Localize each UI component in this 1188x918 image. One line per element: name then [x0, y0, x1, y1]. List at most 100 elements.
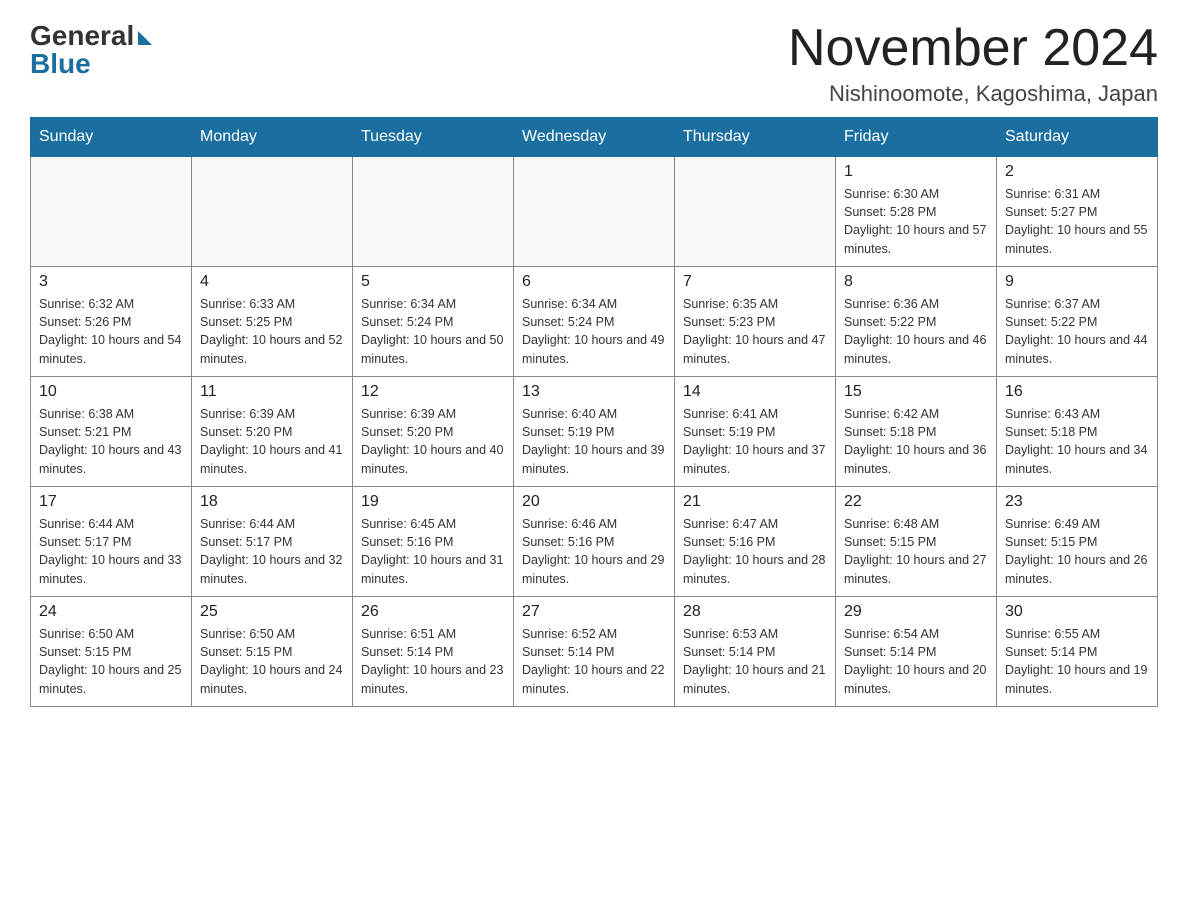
- day-info: Sunrise: 6:35 AM Sunset: 5:23 PM Dayligh…: [683, 295, 827, 368]
- day-number: 5: [361, 273, 505, 291]
- calendar-header-saturday: Saturday: [997, 118, 1158, 157]
- calendar-header-tuesday: Tuesday: [353, 118, 514, 157]
- logo-blue-text: Blue: [30, 48, 91, 80]
- day-number: 3: [39, 273, 183, 291]
- day-number: 21: [683, 493, 827, 511]
- calendar-cell: 23Sunrise: 6:49 AM Sunset: 5:15 PM Dayli…: [997, 487, 1158, 597]
- day-info: Sunrise: 6:31 AM Sunset: 5:27 PM Dayligh…: [1005, 185, 1149, 258]
- day-info: Sunrise: 6:55 AM Sunset: 5:14 PM Dayligh…: [1005, 625, 1149, 698]
- calendar-cell: 24Sunrise: 6:50 AM Sunset: 5:15 PM Dayli…: [31, 597, 192, 707]
- day-info: Sunrise: 6:42 AM Sunset: 5:18 PM Dayligh…: [844, 405, 988, 478]
- page-header: General Blue November 2024 Nishinoomote,…: [30, 20, 1158, 107]
- day-info: Sunrise: 6:37 AM Sunset: 5:22 PM Dayligh…: [1005, 295, 1149, 368]
- day-number: 25: [200, 603, 344, 621]
- logo-arrow-icon: [138, 31, 152, 45]
- day-info: Sunrise: 6:39 AM Sunset: 5:20 PM Dayligh…: [200, 405, 344, 478]
- day-number: 11: [200, 383, 344, 401]
- calendar-week-3: 17 Sunrise: 6:44 AM Sunset: 5:17 PM Dayli…: [31, 487, 1158, 597]
- day-number: 6: [522, 273, 666, 291]
- day-info: Sunrise: 6:51 AM Sunset: 5:14 PM Dayligh…: [361, 625, 505, 698]
- calendar-cell: 10Sunrise: 6:38 AM Sunset: 5:21 PM Dayli…: [31, 377, 192, 487]
- calendar-cell: 11 Sunrise: 6:39 AM Sunset: 5:20 PM Dayli…: [192, 377, 353, 487]
- day-number: 15: [844, 383, 988, 401]
- calendar-cell: 28Sunrise: 6:53 AM Sunset: 5:14 PM Dayli…: [675, 597, 836, 707]
- day-info: Sunrise: 6:50 AM Sunset: 5:15 PM Dayligh…: [39, 625, 183, 698]
- calendar-cell: 14 Sunrise: 6:41 AM Sunset: 5:19 PM Dayli…: [675, 377, 836, 487]
- day-info: Sunrise: 6:50 AM Sunset: 5:15 PM Dayligh…: [200, 625, 344, 698]
- calendar-cell: 20Sunrise: 6:46 AM Sunset: 5:16 PM Dayli…: [514, 487, 675, 597]
- calendar-week-2: 10Sunrise: 6:38 AM Sunset: 5:21 PM Dayli…: [31, 377, 1158, 487]
- day-info: Sunrise: 6:44 AM Sunset: 5:17 PM Dayligh…: [39, 515, 183, 588]
- calendar-cell: 12 Sunrise: 6:39 AM Sunset: 5:20 PM Dayli…: [353, 377, 514, 487]
- day-info: Sunrise: 6:30 AM Sunset: 5:28 PM Dayligh…: [844, 185, 988, 258]
- day-info: Sunrise: 6:39 AM Sunset: 5:20 PM Dayligh…: [361, 405, 505, 478]
- calendar-cell: 1 Sunrise: 6:30 AM Sunset: 5:28 PM Daylig…: [836, 157, 997, 267]
- day-number: 8: [844, 273, 988, 291]
- day-number: 4: [200, 273, 344, 291]
- day-number: 18: [200, 493, 344, 511]
- day-number: 12: [361, 383, 505, 401]
- month-title: November 2024: [788, 20, 1158, 77]
- day-info: Sunrise: 6:41 AM Sunset: 5:19 PM Dayligh…: [683, 405, 827, 478]
- day-number: 13: [522, 383, 666, 401]
- day-info: Sunrise: 6:34 AM Sunset: 5:24 PM Dayligh…: [361, 295, 505, 368]
- calendar-week-1: 3 Sunrise: 6:32 AM Sunset: 5:26 PM Daylig…: [31, 267, 1158, 377]
- calendar-header-sunday: Sunday: [31, 118, 192, 157]
- day-info: Sunrise: 6:52 AM Sunset: 5:14 PM Dayligh…: [522, 625, 666, 698]
- day-info: Sunrise: 6:38 AM Sunset: 5:21 PM Dayligh…: [39, 405, 183, 478]
- day-info: Sunrise: 6:48 AM Sunset: 5:15 PM Dayligh…: [844, 515, 988, 588]
- location: Nishinoomote, Kagoshima, Japan: [788, 81, 1158, 107]
- calendar-cell: 30Sunrise: 6:55 AM Sunset: 5:14 PM Dayli…: [997, 597, 1158, 707]
- calendar-cell: 18Sunrise: 6:44 AM Sunset: 5:17 PM Dayli…: [192, 487, 353, 597]
- calendar-cell: 7 Sunrise: 6:35 AM Sunset: 5:23 PM Daylig…: [675, 267, 836, 377]
- day-info: Sunrise: 6:34 AM Sunset: 5:24 PM Dayligh…: [522, 295, 666, 368]
- day-number: 29: [844, 603, 988, 621]
- calendar-cell: 4 Sunrise: 6:33 AM Sunset: 5:25 PM Daylig…: [192, 267, 353, 377]
- day-number: 14: [683, 383, 827, 401]
- calendar-cell: 29 Sunrise: 6:54 AM Sunset: 5:14 PM Dayli…: [836, 597, 997, 707]
- day-number: 16: [1005, 383, 1149, 401]
- calendar-cell: 16 Sunrise: 6:43 AM Sunset: 5:18 PM Dayli…: [997, 377, 1158, 487]
- calendar-cell: [192, 157, 353, 267]
- calendar-cell: 15 Sunrise: 6:42 AM Sunset: 5:18 PM Dayli…: [836, 377, 997, 487]
- day-number: 20: [522, 493, 666, 511]
- calendar-cell: 3 Sunrise: 6:32 AM Sunset: 5:26 PM Daylig…: [31, 267, 192, 377]
- title-section: November 2024 Nishinoomote, Kagoshima, J…: [788, 20, 1158, 107]
- day-info: Sunrise: 6:45 AM Sunset: 5:16 PM Dayligh…: [361, 515, 505, 588]
- calendar-cell: [31, 157, 192, 267]
- calendar-cell: 13 Sunrise: 6:40 AM Sunset: 5:19 PM Dayli…: [514, 377, 675, 487]
- calendar-cell: 27 Sunrise: 6:52 AM Sunset: 5:14 PM Dayli…: [514, 597, 675, 707]
- calendar-cell: 8 Sunrise: 6:36 AM Sunset: 5:22 PM Daylig…: [836, 267, 997, 377]
- day-number: 27: [522, 603, 666, 621]
- calendar-cell: [675, 157, 836, 267]
- calendar-cell: 5 Sunrise: 6:34 AM Sunset: 5:24 PM Daylig…: [353, 267, 514, 377]
- calendar-header-wednesday: Wednesday: [514, 118, 675, 157]
- day-info: Sunrise: 6:53 AM Sunset: 5:14 PM Dayligh…: [683, 625, 827, 698]
- day-info: Sunrise: 6:32 AM Sunset: 5:26 PM Dayligh…: [39, 295, 183, 368]
- calendar-cell: 6 Sunrise: 6:34 AM Sunset: 5:24 PM Daylig…: [514, 267, 675, 377]
- day-number: 22: [844, 493, 988, 511]
- day-number: 26: [361, 603, 505, 621]
- calendar-cell: [514, 157, 675, 267]
- logo: General Blue: [30, 20, 152, 80]
- calendar-cell: [353, 157, 514, 267]
- calendar-cell: 9 Sunrise: 6:37 AM Sunset: 5:22 PM Daylig…: [997, 267, 1158, 377]
- calendar-cell: 26 Sunrise: 6:51 AM Sunset: 5:14 PM Dayli…: [353, 597, 514, 707]
- calendar-cell: 22 Sunrise: 6:48 AM Sunset: 5:15 PM Dayli…: [836, 487, 997, 597]
- calendar-cell: 25 Sunrise: 6:50 AM Sunset: 5:15 PM Dayli…: [192, 597, 353, 707]
- day-number: 7: [683, 273, 827, 291]
- day-number: 2: [1005, 163, 1149, 181]
- day-info: Sunrise: 6:47 AM Sunset: 5:16 PM Dayligh…: [683, 515, 827, 588]
- day-info: Sunrise: 6:36 AM Sunset: 5:22 PM Dayligh…: [844, 295, 988, 368]
- calendar-week-4: 24Sunrise: 6:50 AM Sunset: 5:15 PM Dayli…: [31, 597, 1158, 707]
- calendar-header-thursday: Thursday: [675, 118, 836, 157]
- day-number: 9: [1005, 273, 1149, 291]
- day-number: 1: [844, 163, 988, 181]
- day-number: 17: [39, 493, 183, 511]
- day-info: Sunrise: 6:54 AM Sunset: 5:14 PM Dayligh…: [844, 625, 988, 698]
- day-info: Sunrise: 6:43 AM Sunset: 5:18 PM Dayligh…: [1005, 405, 1149, 478]
- day-info: Sunrise: 6:40 AM Sunset: 5:19 PM Dayligh…: [522, 405, 666, 478]
- day-info: Sunrise: 6:33 AM Sunset: 5:25 PM Dayligh…: [200, 295, 344, 368]
- calendar-cell: 19Sunrise: 6:45 AM Sunset: 5:16 PM Dayli…: [353, 487, 514, 597]
- calendar-header-monday: Monday: [192, 118, 353, 157]
